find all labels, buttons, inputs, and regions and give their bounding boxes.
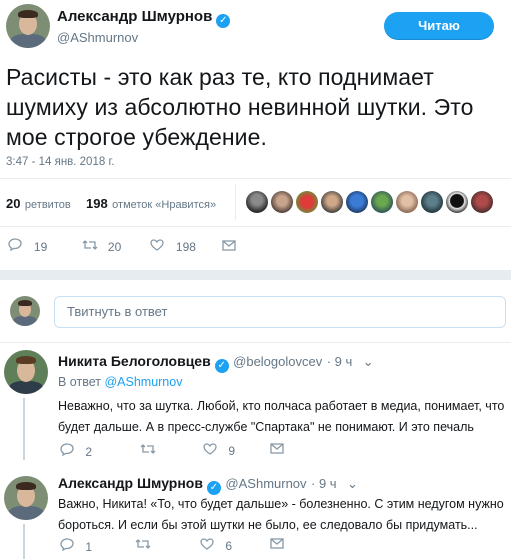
reply-count: 19 (33, 240, 48, 254)
liker-avatar[interactable] (371, 191, 393, 213)
envelope-icon (222, 238, 236, 254)
liker-avatar[interactable] (296, 191, 318, 213)
reply-count: 2 (85, 445, 93, 459)
retweet-action[interactable]: 20 (82, 238, 121, 254)
follow-button[interactable]: Читаю (384, 12, 494, 40)
envelope-icon (270, 443, 284, 457)
tweet-timestamp[interactable]: 3:47 - 14 янв. 2018 г. (6, 156, 114, 168)
retweet-count: 20 (107, 240, 122, 254)
reply-action[interactable]: 1 (60, 538, 92, 554)
retweets-count: 20 (6, 196, 21, 211)
reply-author-avatar[interactable] (4, 476, 48, 520)
tweet-text-line: шумиху из абсолютно невинной шутки. Это (6, 94, 474, 120)
reply-text-line: Важно, Никита! «То, что будет дальше» - … (58, 497, 504, 511)
verified-badge-icon: ✓ (214, 359, 229, 373)
retweets-label: ретвитов (24, 199, 71, 211)
tweet-text-line: Расисты - это как раз те, кто поднимает (6, 64, 434, 90)
reply-author-name[interactable]: Никита Белоголовцев (58, 353, 211, 369)
tweet-text: Расисты - это как раз те, кто поднимает … (6, 62, 506, 152)
liker-avatar[interactable] (396, 191, 418, 213)
reply-text-line: Неважно, что за шутка. Любой, кто полчас… (58, 399, 505, 413)
author-handle[interactable]: @AShmurnov (57, 30, 138, 45)
liker-avatar[interactable] (246, 191, 268, 213)
dm-action[interactable] (222, 238, 236, 254)
author-avatar[interactable] (6, 4, 50, 48)
reply-icon (8, 238, 26, 254)
heart-icon (150, 238, 168, 254)
divider (0, 226, 511, 227)
reply-time[interactable]: · 9 ч (311, 476, 337, 491)
reply-input[interactable]: Твитнуть в ответ (54, 296, 506, 328)
envelope-icon (270, 538, 284, 552)
reply-count: 1 (85, 540, 93, 554)
dm-action[interactable] (270, 538, 284, 552)
reply-text-line: бороться. И если бы этой шутки не было, … (58, 518, 478, 532)
likes-label: отметок «Нравится» (112, 199, 217, 211)
reply-text: Важно, Никита! «То, что будет дальше» - … (58, 494, 508, 536)
like-count: 198 (175, 240, 196, 254)
divider (0, 178, 511, 179)
reply-action[interactable]: 2 (60, 443, 92, 459)
reply-author-handle[interactable]: @AShmurnov (225, 476, 306, 491)
retweet-icon (140, 444, 156, 458)
liker-avatar[interactable] (346, 191, 368, 213)
thread-line (23, 398, 25, 460)
liker-avatar[interactable] (446, 191, 468, 213)
like-action[interactable]: 9 (203, 443, 235, 458)
my-avatar[interactable] (10, 296, 40, 326)
reply-icon (60, 443, 74, 459)
dm-action[interactable] (270, 443, 284, 457)
reply-text: Неважно, что за шутка. Любой, кто полчас… (58, 396, 508, 438)
reply-author-handle[interactable]: @belogolovcev (233, 354, 322, 369)
reply-time[interactable]: · 9 ч (327, 354, 353, 369)
retweet-action[interactable] (135, 538, 151, 553)
liker-avatar[interactable] (471, 191, 493, 213)
reply-action[interactable]: 19 (8, 238, 47, 254)
heart-icon (203, 443, 217, 458)
in-reply-handle[interactable]: @AShmurnov (104, 375, 182, 389)
like-action[interactable]: 198 (150, 238, 196, 254)
heart-icon (200, 538, 214, 553)
author-name[interactable]: Александр Шмурнов (57, 8, 212, 25)
retweet-icon (82, 238, 102, 254)
reply-icon (60, 538, 74, 554)
retweet-action[interactable] (140, 443, 156, 458)
likes-stat[interactable]: 198 отметок «Нравится» (86, 195, 216, 213)
like-count: 9 (228, 444, 236, 458)
like-action[interactable]: 6 (200, 538, 232, 553)
retweets-stat[interactable]: 20 ретвитов (6, 195, 71, 213)
retweet-icon (135, 539, 151, 553)
thread-line (23, 524, 25, 559)
reply-text-line: будет дальше. А в пресс-службе "Спартака… (58, 420, 474, 434)
chevron-down-icon[interactable]: ⌄ (363, 354, 374, 369)
liker-avatar[interactable] (271, 191, 293, 213)
divider (0, 342, 511, 343)
like-count: 6 (225, 539, 233, 553)
in-reply-prefix: В ответ (58, 375, 101, 389)
liker-avatar[interactable] (421, 191, 443, 213)
liker-avatar[interactable] (321, 191, 343, 213)
verified-badge-icon: ✓ (216, 14, 231, 28)
tweet-text-line: мое строгое убеждение. (6, 124, 267, 150)
verified-badge-icon: ✓ (206, 481, 221, 495)
likes-count: 198 (86, 196, 108, 211)
chevron-down-icon[interactable]: ⌄ (347, 476, 358, 491)
reply-author-name[interactable]: Александр Шмурнов (58, 475, 203, 491)
reply-author-avatar[interactable] (4, 350, 48, 394)
stats-divider (235, 184, 236, 220)
section-divider (0, 270, 511, 280)
